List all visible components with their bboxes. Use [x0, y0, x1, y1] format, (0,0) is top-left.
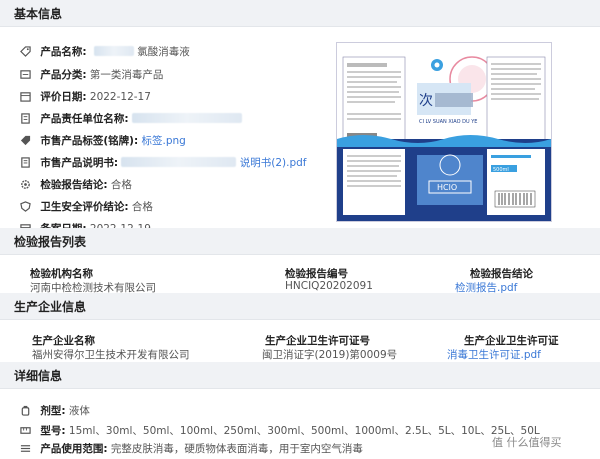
- document-icon: [21, 157, 30, 168]
- model-value: 15ml、30ml、50ml、100ml、250ml、300ml、500ml、1…: [68, 425, 540, 437]
- license-number-value: 闽卫消证字(2019)第0009号: [262, 349, 398, 361]
- dosage-form-label: 剂型:: [40, 405, 66, 417]
- usage-scope-row: 产品使用范围: 完整皮肤消毒，硬质物体表面消毒，用于室内空气消毒: [20, 441, 363, 457]
- safety-evaluation-row: 卫生安全评价结论: 合格: [20, 199, 153, 215]
- inspection-conclusion-row: 检验报告结论: 合格: [20, 177, 132, 193]
- usage-scope-label: 产品使用范围:: [40, 443, 108, 455]
- safety-evaluation-value: 合格: [131, 201, 153, 213]
- product-name-label: 产品名称:: [40, 46, 87, 58]
- report-code-value: HNCIQ20202091: [285, 280, 373, 292]
- building-icon: [21, 113, 30, 124]
- watermark: 值 什么值得买: [492, 436, 562, 449]
- product-category-row: 产品分类: 第一类消毒产品: [20, 67, 163, 83]
- product-label-link[interactable]: 标签.png: [141, 135, 185, 147]
- dosage-form-value: 液体: [68, 405, 90, 417]
- responsible-unit-label: 产品责任单位名称:: [40, 113, 129, 125]
- product-manual-row: 市售产品说明书: 说明书(2).pdf: [20, 155, 306, 171]
- product-name-row: 产品名称: 氯酸消毒液: [20, 44, 190, 60]
- dosage-form-row: 剂型: 液体: [20, 403, 90, 419]
- producer-info-header: 生产企业信息: [0, 293, 600, 320]
- pinyin-text: CI LV SUAN XIAO DU YE: [419, 119, 477, 125]
- producer-info-title: 生产企业信息: [14, 300, 87, 314]
- product-label-label: 市售产品标签(铭牌):: [40, 135, 139, 147]
- product-manual-label: 市售产品说明书:: [40, 157, 119, 169]
- col-inspection-org: 检验机构名称: [30, 268, 93, 280]
- product-category-value: 第一类消毒产品: [89, 69, 164, 81]
- usage-scope-value: 完整皮肤消毒，硬质物体表面消毒，用于室内空气消毒: [110, 443, 363, 455]
- col-report-conclusion: 检验报告结论: [470, 268, 533, 280]
- product-manual-link[interactable]: 说明书(2).pdf: [240, 157, 307, 169]
- license-file-link[interactable]: 消毒卫生许可证.pdf: [447, 347, 541, 362]
- basic-info-title: 基本信息: [14, 7, 63, 21]
- redacted-block: [93, 46, 134, 56]
- bottle-icon: [21, 405, 30, 416]
- safety-evaluation-label: 卫生安全评价结论:: [40, 201, 129, 213]
- inspection-report-header: 检验报告列表: [0, 228, 600, 255]
- hcio-text: HClO: [437, 183, 457, 192]
- evaluation-date-label: 评价日期:: [40, 91, 87, 103]
- redacted-block: [131, 113, 242, 123]
- producer-name-value: 福州安得尔卫生技术开发有限公司: [32, 349, 190, 361]
- evaluation-date-row: 评价日期: 2022-12-17: [20, 89, 151, 105]
- product-label-image[interactable]: 次 CI LV SUAN XIAO DU YE HClO 500ml: [336, 42, 552, 222]
- inspection-conclusion-value: 合格: [110, 179, 132, 191]
- model-row: 型号: 15ml、30ml、50ml、100ml、250ml、300ml、500…: [20, 423, 540, 439]
- detail-info-header: 详细信息: [0, 362, 600, 389]
- product-name-value: 氯酸消毒液: [137, 46, 190, 58]
- label-icon: [20, 135, 31, 146]
- category-icon: [20, 70, 31, 79]
- calendar-icon: [20, 92, 31, 102]
- detail-info-title: 详细信息: [14, 369, 63, 383]
- brand-glyph: 次: [419, 93, 433, 109]
- inspection-conclusion-label: 检验报告结论:: [40, 179, 108, 191]
- label-artwork: 次 CI LV SUAN XIAO DU YE HClO 500ml: [337, 43, 551, 221]
- ruler-icon: [20, 427, 31, 434]
- col-license-number: 生产企业卫生许可证号: [265, 335, 370, 347]
- basic-info-header: 基本信息: [0, 0, 600, 27]
- list-icon: [20, 445, 31, 452]
- model-label: 型号:: [40, 425, 66, 437]
- col-report-code: 检验报告编号: [285, 268, 348, 280]
- shield-icon: [20, 201, 31, 212]
- gear-icon: [21, 180, 30, 189]
- inspection-report-title: 检验报告列表: [14, 235, 87, 249]
- tag-icon: [20, 46, 31, 57]
- redacted-block: [121, 157, 237, 167]
- col-producer-name: 生产企业名称: [32, 335, 95, 347]
- product-category-label: 产品分类:: [40, 69, 87, 81]
- evaluation-date-value: 2022-12-17: [89, 91, 151, 103]
- responsible-unit-row: 产品责任单位名称:: [20, 111, 242, 127]
- col-license-file: 生产企业卫生许可证: [464, 335, 559, 347]
- product-label-row: 市售产品标签(铭牌): 标签.png: [20, 133, 186, 149]
- volume-text: 500ml: [493, 167, 509, 173]
